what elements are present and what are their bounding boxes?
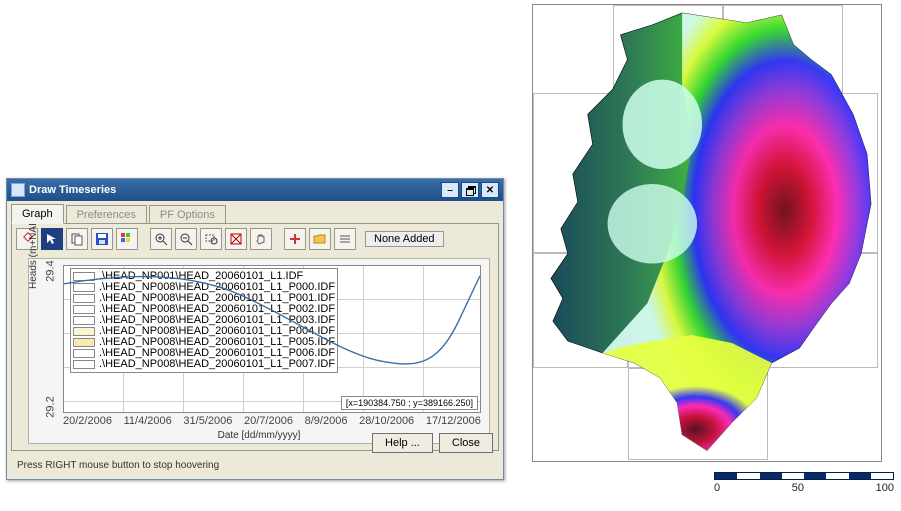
help-button[interactable]: Help ... [372,433,433,453]
toolbar: None Added [16,228,494,250]
copy-icon [70,232,84,246]
hand-icon [254,232,268,246]
tool-add[interactable] [284,228,306,250]
extent-icon [229,232,243,246]
minimize-button[interactable]: – [441,182,459,198]
y-tick: 29.4 [44,260,56,281]
tool-extent[interactable] [225,228,247,250]
scalebar-labels: 0 50 100 [714,482,894,494]
map-frame[interactable] [532,4,882,462]
tool-save[interactable] [91,228,113,250]
palette-icon [120,232,134,246]
x-tick: 20/2/2006 [63,415,112,427]
tab-preferences[interactable]: Preferences [66,205,147,224]
zoom-box-icon [204,232,218,246]
x-tick: 17/12/2006 [426,415,481,427]
app-icon [11,183,25,197]
tool-options[interactable] [334,228,356,250]
zoom-out-icon [179,232,193,246]
cursor-icon [45,232,59,246]
map-raster [533,5,881,460]
folder-icon [313,232,327,246]
x-tick: 20/7/2006 [244,415,293,427]
x-tick: 11/4/2006 [124,415,172,427]
plus-icon [288,232,302,246]
x-tick: 28/10/2006 [359,415,414,427]
tool-zoom-out[interactable] [175,228,197,250]
tool-open[interactable] [309,228,331,250]
scalebar-tick: 0 [714,482,720,494]
close-button[interactable]: Close [439,433,493,453]
scalebar: 0 50 100 [714,472,894,494]
chart-area: Heads (m+NAP) 29.4 29.2 .\HEAD_NP001\HEA… [28,258,490,444]
tool-palette[interactable] [116,228,138,250]
tool-copy[interactable] [66,228,88,250]
tool-zoom-box[interactable] [200,228,222,250]
tab-graph[interactable]: Graph [11,204,64,224]
tab-body: None Added Heads (m+NAP) 29.4 29.2 .\HEA… [11,223,499,451]
x-tick: 8/9/2006 [305,415,348,427]
tool-pan[interactable] [250,228,272,250]
statusbar-hint: Press RIGHT mouse button to stop hooveri… [17,460,219,471]
scalebar-tick: 100 [876,482,894,494]
x-tick: 31/5/2006 [183,415,232,427]
options-icon [338,232,352,246]
zoom-in-icon [154,232,168,246]
series-line [64,266,480,385]
x-ticks: 20/2/2006 11/4/2006 31/5/2006 20/7/2006 8/9/… [63,415,481,427]
dialog-buttons: Help ... Close [372,433,493,453]
line-path [64,276,480,364]
tool-zoom-in[interactable] [150,228,172,250]
y-axis-label: Heads (m+NAP) [28,216,39,289]
scalebar-bar [714,472,894,480]
floppy-icon [95,232,109,246]
restore-button[interactable] [461,182,479,198]
window-title: Draw Timeseries [29,184,116,196]
scalebar-tick: 50 [792,482,804,494]
y-tick: 29.2 [44,396,56,417]
titlebar[interactable]: Draw Timeseries – ✕ [7,179,503,201]
restore-icon [466,186,475,194]
coord-readout: [x=190384.750 ; y=389166.250] [341,396,478,410]
toolbar-status: None Added [365,231,444,247]
tab-pf-options[interactable]: PF Options [149,205,226,224]
close-window-button[interactable]: ✕ [481,182,499,198]
plot-canvas[interactable]: .\HEAD_NP001\HEAD_20060101_L1.IDF.\HEAD_… [63,265,481,413]
map-panel: 0 50 100 [518,0,898,500]
tool-cursor[interactable] [41,228,63,250]
draw-timeseries-dialog: Draw Timeseries – ✕ Graph Preferences PF… [6,178,504,480]
tabstrip: Graph Preferences PF Options [7,201,503,223]
y-ticks: 29.4 29.2 [49,265,61,413]
